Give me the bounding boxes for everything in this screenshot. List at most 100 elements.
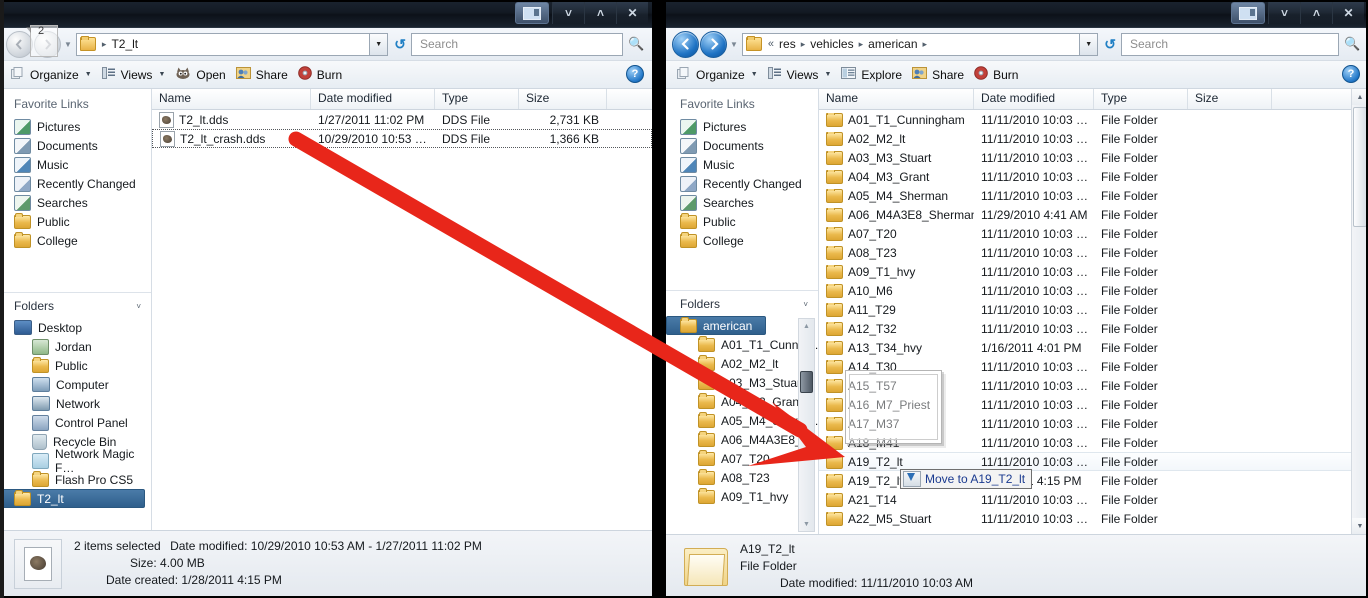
- organize-button[interactable]: Organize: [672, 64, 750, 86]
- address-input[interactable]: ▸ T2_lt: [76, 33, 370, 56]
- tree-scroll-thumb[interactable]: [800, 371, 813, 393]
- scroll-up-icon[interactable]: ▲: [1352, 89, 1368, 105]
- address-dropdown-button[interactable]: ▼: [1080, 33, 1098, 56]
- organize-button[interactable]: Organize: [6, 64, 84, 86]
- tree-item-computer[interactable]: Computer: [0, 375, 151, 394]
- breadcrumb-separator[interactable]: ▸: [856, 39, 867, 50]
- column-header-date-modified[interactable]: Date modified: [311, 89, 435, 109]
- tree-item-desktop[interactable]: Desktop: [0, 318, 151, 337]
- column-header-size[interactable]: Size: [519, 89, 607, 109]
- search-box[interactable]: [411, 33, 623, 56]
- tree-item-public[interactable]: Public: [0, 356, 151, 375]
- maximize-button[interactable]: ˄: [1300, 2, 1332, 24]
- forward-button[interactable]: [700, 31, 727, 58]
- address-input[interactable]: « res ▸ vehicles ▸ american ▸: [742, 33, 1080, 56]
- back-button[interactable]: [6, 31, 33, 58]
- fav-item-music[interactable]: Music: [666, 155, 818, 174]
- views-button[interactable]: Views: [763, 64, 824, 86]
- layout-preview-icon[interactable]: [1231, 2, 1265, 24]
- fav-item-documents[interactable]: Documents: [0, 136, 151, 155]
- refresh-icon[interactable]: ↺: [394, 36, 406, 53]
- breadcrumb-res[interactable]: res: [777, 37, 798, 51]
- close-button[interactable]: ✕: [616, 2, 648, 24]
- organize-caret-icon[interactable]: ▼: [85, 71, 92, 78]
- table-row[interactable]: A10_M611/11/2010 10:03 …File Folder: [819, 281, 1368, 300]
- tree-item-network[interactable]: Network: [0, 394, 151, 413]
- fav-item-public[interactable]: Public: [666, 212, 818, 231]
- fav-item-documents[interactable]: Documents: [666, 136, 818, 155]
- table-row[interactable]: A11_T2911/11/2010 10:03 …File Folder: [819, 300, 1368, 319]
- tree-scroll-down-icon[interactable]: ▼: [799, 517, 814, 531]
- tree-item-a07[interactable]: A07_T20: [666, 449, 818, 468]
- folders-header[interactable]: Folders ˅: [0, 293, 151, 318]
- search-icon[interactable]: 🔍: [1344, 36, 1360, 52]
- search-icon[interactable]: 🔍: [628, 36, 644, 52]
- open-button[interactable]: Open: [170, 64, 230, 86]
- tree-item-t2lt[interactable]: T2_lt: [0, 489, 145, 508]
- tree-item-a01[interactable]: A01_T1_Cunning…: [666, 335, 818, 354]
- address-dropdown-button[interactable]: ▼: [370, 33, 388, 56]
- fav-item-college[interactable]: College: [666, 231, 818, 250]
- tree-item-a04[interactable]: A04_M3_Grant: [666, 392, 818, 411]
- tree-item-jordan[interactable]: Jordan: [0, 337, 151, 356]
- fav-item-recently-changed[interactable]: Recently Changed: [0, 174, 151, 193]
- fav-item-searches[interactable]: Searches: [0, 193, 151, 212]
- fav-item-recently-changed[interactable]: Recently Changed: [666, 174, 818, 193]
- tree-item-a06[interactable]: A06_M4A3E8_Sh…: [666, 430, 818, 449]
- table-row[interactable]: A13_T34_hvy1/16/2011 4:01 PMFile Folder: [819, 338, 1368, 357]
- help-button[interactable]: ?: [626, 65, 644, 83]
- maximize-button[interactable]: ˄: [584, 2, 616, 24]
- table-row[interactable]: A22_M5_Stuart11/11/2010 10:03 …File Fold…: [819, 509, 1368, 528]
- breadcrumb-overflow-icon[interactable]: «: [765, 38, 777, 50]
- share-button[interactable]: Share: [231, 64, 293, 86]
- search-box[interactable]: [1121, 33, 1339, 56]
- breadcrumb-t2lt[interactable]: T2_lt: [109, 37, 140, 51]
- search-input[interactable]: [1128, 36, 1338, 52]
- table-row[interactable]: A05_M4_Sherman11/11/2010 10:03 …File Fol…: [819, 186, 1368, 205]
- breadcrumb-american[interactable]: american: [866, 37, 919, 51]
- tree-scroll-up-icon[interactable]: ▲: [799, 319, 814, 333]
- back-button[interactable]: [672, 31, 699, 58]
- fav-item-college[interactable]: College: [0, 231, 151, 250]
- table-row[interactable]: T2_lt.dds 1/27/2011 11:02 PM DDS File 2,…: [152, 110, 652, 129]
- scroll-down-icon[interactable]: ▼: [1352, 518, 1368, 534]
- minimize-button[interactable]: ˅: [552, 2, 584, 24]
- folders-header[interactable]: Folders ˅: [666, 291, 818, 316]
- close-button[interactable]: ✕: [1332, 2, 1364, 24]
- fav-item-searches[interactable]: Searches: [666, 193, 818, 212]
- column-header-type[interactable]: Type: [1094, 89, 1188, 109]
- refresh-icon[interactable]: ↺: [1104, 36, 1116, 53]
- history-dropdown-icon[interactable]: ▼: [730, 40, 738, 49]
- table-row[interactable]: A02_M2_lt11/11/2010 10:03 …File Folder: [819, 129, 1368, 148]
- views-caret-icon[interactable]: ▼: [824, 71, 831, 78]
- tree-scrollbar[interactable]: ▲ ▼: [798, 318, 815, 532]
- scroll-thumb[interactable]: [1353, 107, 1367, 227]
- tree-item-control-panel[interactable]: Control Panel: [0, 413, 151, 432]
- fav-item-pictures[interactable]: Pictures: [666, 117, 818, 136]
- tree-item-a03[interactable]: A03_M3_Stuart: [666, 373, 818, 392]
- burn-button[interactable]: Burn: [969, 64, 1023, 86]
- table-row[interactable]: A07_T2011/11/2010 10:03 …File Folder: [819, 224, 1368, 243]
- minimize-button[interactable]: ˅: [1268, 2, 1300, 24]
- tree-item-a02[interactable]: A02_M2_lt: [666, 354, 818, 373]
- table-row[interactable]: A01_T1_Cunningham11/11/2010 10:03 …File …: [819, 110, 1368, 129]
- tree-item-network-magic[interactable]: Network Magic F…: [0, 451, 151, 470]
- tree-item-a09[interactable]: A09_T1_hvy: [666, 487, 818, 506]
- table-row[interactable]: A12_T3211/11/2010 10:03 …File Folder: [819, 319, 1368, 338]
- share-button[interactable]: Share: [907, 64, 969, 86]
- tree-item-flash-pro-cs5[interactable]: Flash Pro CS5: [0, 470, 151, 489]
- table-row[interactable]: A04_M3_Grant11/11/2010 10:03 …File Folde…: [819, 167, 1368, 186]
- history-dropdown-icon[interactable]: ▼: [64, 40, 72, 49]
- burn-button[interactable]: Burn: [293, 64, 347, 86]
- column-header-name[interactable]: Name: [819, 89, 974, 109]
- tree-item-a05[interactable]: A05_M4_Sherma…: [666, 411, 818, 430]
- fav-item-music[interactable]: Music: [0, 155, 151, 174]
- column-header-type[interactable]: Type: [435, 89, 519, 109]
- layout-preview-icon[interactable]: [515, 2, 549, 24]
- table-row[interactable]: A09_T1_hvy11/11/2010 10:03 …File Folder: [819, 262, 1368, 281]
- search-input[interactable]: [418, 36, 622, 52]
- fav-item-public[interactable]: Public: [0, 212, 151, 231]
- list-scrollbar[interactable]: ▲ ▼: [1351, 89, 1368, 534]
- breadcrumb-separator[interactable]: ▸: [798, 39, 809, 50]
- chevron-down-icon[interactable]: ˅: [136, 302, 141, 311]
